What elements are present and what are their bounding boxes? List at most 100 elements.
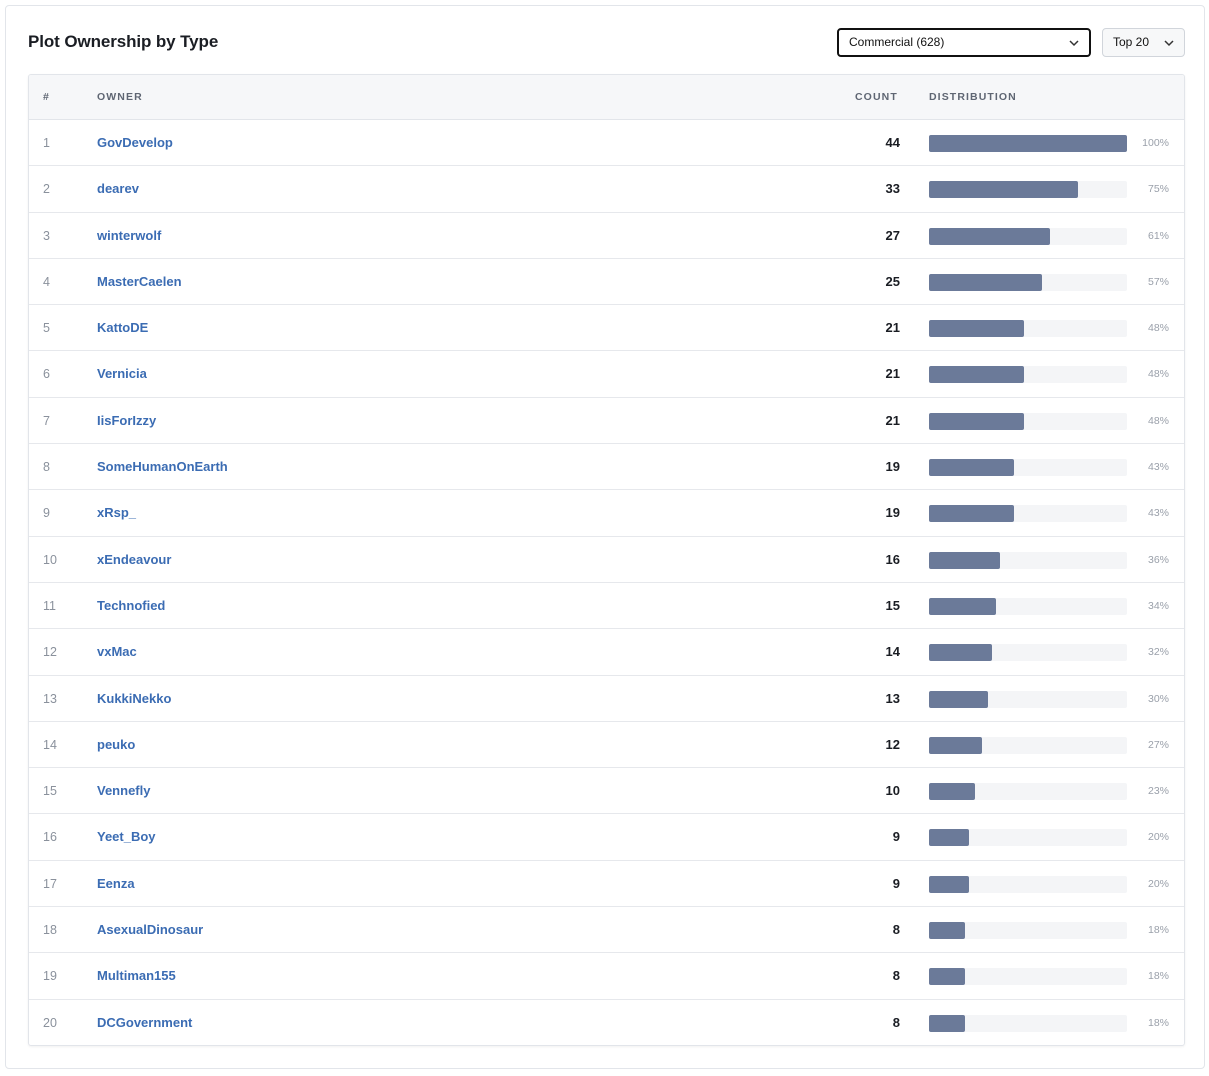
table-row: 20 DCGovernment 8 18%: [29, 1000, 1184, 1045]
owner-link[interactable]: Multiman155: [97, 968, 176, 983]
distribution-bar-fill: [929, 597, 997, 615]
distribution-percent: 43%: [1147, 461, 1169, 474]
distribution-percent: 20%: [1147, 877, 1169, 890]
owner-link[interactable]: MasterCaelen: [97, 274, 182, 289]
table-row: 13 KukkiNekko 13 30%: [29, 676, 1184, 722]
owner-link[interactable]: SomeHumanOnEarth: [97, 459, 228, 474]
table-row: 5 KattoDE 21 48%: [29, 305, 1184, 352]
owner-link[interactable]: Vernicia: [97, 366, 147, 381]
table-row: 12 vxMac 14 32%: [29, 629, 1184, 676]
distribution-bar-track: [929, 505, 1127, 523]
owner-count: 16: [885, 551, 900, 567]
distribution-bar-track: [929, 366, 1127, 384]
table-row: 10 xEndeavour 16 36%: [29, 537, 1184, 583]
owner-count: 44: [885, 135, 900, 150]
type-filter-select[interactable]: Commercial (628): [837, 28, 1091, 57]
distribution-bar-fill: [929, 1014, 965, 1032]
owner-link[interactable]: dearev: [97, 181, 139, 196]
row-rank: 4: [43, 274, 50, 289]
distribution-percent: 61%: [1147, 229, 1169, 242]
owner-count: 12: [885, 736, 900, 752]
distribution-bar-track: [929, 227, 1127, 245]
distribution-bar-fill: [929, 459, 1015, 477]
table-body: 1 GovDevelop 44 100% 2 dearev 33 75% 3 winterwolf…: [29, 120, 1184, 1045]
panel-title: Plot Ownership by Type: [28, 32, 219, 51]
distribution-bar-track: [929, 273, 1127, 291]
plot-ownership-panel: Plot Ownership by Type Commercial (628) …: [5, 5, 1205, 1069]
table-row: 9 xRsp_ 19 43%: [29, 490, 1184, 537]
owner-link[interactable]: IisForIzzy: [97, 413, 156, 428]
owner-count: 9: [892, 875, 900, 891]
distribution-percent: 36%: [1147, 553, 1169, 566]
column-header-owner[interactable]: OWNER: [97, 91, 143, 103]
owner-link[interactable]: GovDevelop: [97, 135, 173, 150]
owner-count: 19: [885, 505, 900, 521]
owner-link[interactable]: KattoDE: [97, 320, 148, 335]
owner-link[interactable]: Technofied: [97, 598, 165, 613]
owner-count: 33: [885, 181, 900, 197]
table-row: 7 IisForIzzy 21 48%: [29, 398, 1184, 445]
row-rank: 15: [43, 784, 57, 799]
owner-count: 14: [885, 644, 900, 660]
chevron-down-icon: [1164, 39, 1174, 46]
row-rank: 13: [43, 691, 57, 706]
owner-link[interactable]: Yeet_Boy: [97, 829, 156, 844]
distribution-bar-fill: [929, 783, 975, 801]
row-rank: 2: [43, 182, 50, 197]
panel-header: Plot Ownership by Type Commercial (628) …: [6, 6, 1204, 78]
distribution-bar-fill: [929, 644, 993, 662]
distribution-percent: 27%: [1147, 738, 1169, 751]
owner-link[interactable]: winterwolf: [97, 228, 161, 243]
distribution-bar-fill: [929, 181, 1078, 199]
distribution-bar-fill: [929, 829, 969, 847]
distribution-bar-track: [929, 1014, 1127, 1032]
table-row: 19 Multiman155 8 18%: [29, 953, 1184, 1000]
owner-link[interactable]: peuko: [97, 737, 135, 752]
column-header-count[interactable]: COUNT: [855, 91, 898, 103]
owner-link[interactable]: KukkiNekko: [97, 691, 171, 706]
ownership-table: # OWNER COUNT DISTRIBUTION 1 GovDevelop 44…: [28, 74, 1185, 1046]
row-rank: 1: [43, 136, 50, 150]
owner-count: 8: [892, 968, 900, 984]
distribution-percent: 20%: [1147, 831, 1169, 844]
distribution-percent: 57%: [1147, 275, 1169, 288]
row-rank: 5: [43, 321, 50, 336]
row-rank: 20: [43, 1015, 57, 1030]
owner-link[interactable]: vxMac: [97, 644, 137, 659]
owner-link[interactable]: AsexualDinosaur: [97, 922, 203, 937]
owner-link[interactable]: xRsp_: [97, 505, 136, 520]
distribution-percent: 18%: [1147, 1016, 1169, 1029]
table-row: 1 GovDevelop 44 100%: [29, 120, 1184, 167]
owner-link[interactable]: Vennefly: [97, 783, 150, 798]
owner-count: 8: [892, 1014, 900, 1030]
owner-count: 19: [885, 459, 900, 475]
owner-count: 25: [885, 273, 900, 289]
owner-link[interactable]: xEndeavour: [97, 552, 171, 567]
owner-count: 21: [885, 366, 900, 382]
table-header: # OWNER COUNT DISTRIBUTION: [29, 75, 1184, 120]
table-row: 15 Vennefly 10 23%: [29, 768, 1184, 815]
distribution-percent: 100%: [1142, 137, 1169, 149]
distribution-bar-fill: [929, 551, 1001, 569]
owner-count: 10: [885, 783, 900, 799]
distribution-bar-track: [929, 922, 1127, 940]
distribution-bar-track: [929, 597, 1127, 615]
owner-count: 15: [885, 597, 900, 613]
distribution-bar-track: [929, 551, 1127, 569]
row-rank: 14: [43, 737, 57, 752]
distribution-percent: 18%: [1147, 924, 1169, 937]
distribution-percent: 48%: [1147, 414, 1169, 427]
distribution-bar-track: [929, 968, 1127, 986]
distribution-bar-fill: [929, 366, 1025, 384]
owner-link[interactable]: DCGovernment: [97, 1015, 192, 1030]
distribution-bar-track: [929, 736, 1127, 754]
distribution-percent: 75%: [1147, 183, 1169, 196]
distribution-bar-track: [929, 875, 1127, 893]
distribution-bar-fill: [929, 412, 1025, 430]
row-rank: 11: [43, 598, 56, 613]
type-filter-value: Commercial (628): [849, 35, 945, 49]
limit-filter-select[interactable]: Top 20: [1102, 28, 1185, 57]
row-rank: 16: [43, 830, 57, 845]
owner-link[interactable]: Eenza: [97, 876, 135, 891]
row-rank: 3: [43, 228, 50, 243]
